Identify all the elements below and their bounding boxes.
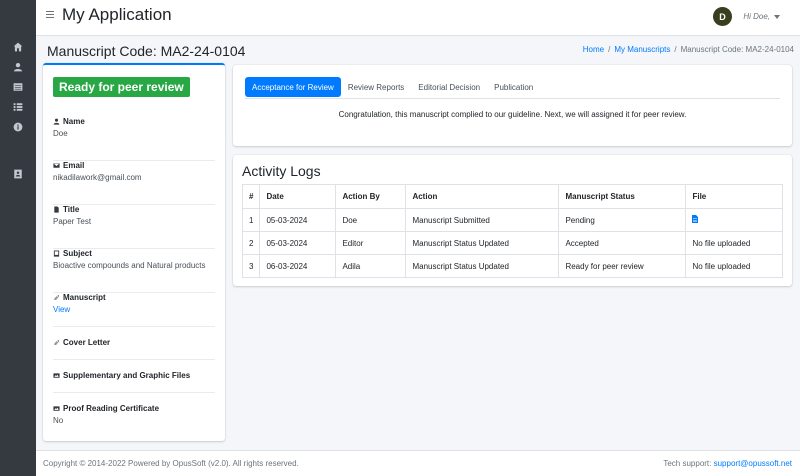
sidebar	[0, 0, 36, 476]
top-navbar: My Application D Hi Doe,	[36, 0, 800, 36]
tech-support-label: Tech support:	[663, 459, 712, 468]
email-label: Email	[63, 161, 85, 170]
user-icon	[53, 118, 60, 125]
activity-logs-card: Activity Logs # Date Action By Action Ma…	[233, 155, 792, 286]
hamburger-menu-icon[interactable]	[46, 11, 54, 19]
supplementary-label: Supplementary and Graphic Files	[63, 371, 191, 380]
info-icon[interactable]	[11, 120, 25, 134]
file-download-icon[interactable]	[692, 215, 699, 225]
table-row: 2 05-03-2024 Editor Manuscript Status Up…	[241, 231, 783, 255]
divider	[53, 359, 215, 360]
breadcrumb-separator: /	[674, 45, 677, 54]
tab-editorial-decision[interactable]: Editorial Decision	[411, 77, 487, 97]
tech-support: Tech support: support@opussoft.net	[663, 459, 792, 468]
divider	[53, 326, 215, 327]
cover-letter-item: Cover Letter	[53, 338, 215, 360]
tab-message: Congratulation, this manuscript complied…	[338, 110, 687, 119]
row-date: 05-03-2024	[259, 208, 337, 232]
breadcrumb-current: Manuscript Code: MA2-24-0104	[680, 45, 794, 54]
paperclip-icon	[54, 339, 59, 346]
copyright-text: Copyright © 2014-2022 Powered by OpusSof…	[43, 459, 299, 468]
subject-value: Bioactive compounds and Natural products	[53, 261, 206, 270]
book-icon	[53, 250, 60, 257]
row-date: 06-03-2024	[259, 254, 337, 278]
page-title: Manuscript Code: MA2-24-0104	[47, 43, 246, 59]
activity-logs-table: # Date Action By Action Manuscript Statu…	[241, 184, 783, 278]
row-status: Pending	[558, 208, 687, 232]
cover-letter-label: Cover Letter	[63, 338, 111, 347]
column-header: Action By	[335, 184, 407, 209]
tab-publication[interactable]: Publication	[487, 77, 540, 97]
row-action: Manuscript Status Updated	[405, 254, 560, 278]
app-title: My Application	[62, 5, 172, 24]
chevron-down-icon[interactable]	[774, 15, 780, 19]
table-header-row: # Date Action By Action Manuscript Statu…	[241, 184, 783, 209]
column-header: Date	[259, 184, 337, 209]
list-icon[interactable]	[11, 100, 25, 114]
proof-reading-label: Proof Reading Certificate	[63, 404, 160, 413]
email-item: Email nikadilawork@gmail.com	[53, 161, 215, 205]
row-file	[685, 208, 783, 232]
row-number: 2	[241, 231, 261, 255]
proof-reading-item: Proof Reading Certificate No	[53, 404, 215, 434]
table-row: 3 06-03-2024 Adila Manuscript Status Upd…	[241, 254, 783, 278]
row-action: Manuscript Submitted	[405, 208, 560, 232]
row-action-by: Editor	[335, 231, 407, 255]
avatar[interactable]: D	[713, 7, 732, 26]
row-status: Accepted	[558, 231, 687, 255]
column-header: File	[685, 184, 783, 209]
tab-list: Acceptance for Review Review Reports Edi…	[245, 77, 780, 99]
envelope-icon	[53, 163, 60, 168]
name-label: Name	[63, 117, 85, 126]
breadcrumb-home[interactable]: Home	[583, 45, 604, 54]
status-badge: Ready for peer review	[53, 77, 190, 97]
column-header: #	[241, 184, 261, 209]
review-tabs-card: Acceptance for Review Review Reports Edi…	[233, 65, 792, 146]
divider	[53, 392, 215, 393]
footer: Copyright © 2014-2022 Powered by OpusSof…	[36, 450, 800, 476]
breadcrumb-my-manuscripts[interactable]: My Manuscripts	[614, 45, 670, 54]
supplementary-item: Supplementary and Graphic Files	[53, 371, 215, 393]
subject-item: Subject Bioactive compounds and Natural …	[53, 249, 215, 293]
column-header: Manuscript Status	[558, 184, 687, 209]
subject-label: Subject	[63, 249, 92, 258]
title-item: Title Paper Test	[53, 205, 215, 249]
email-value: nikadilawork@gmail.com	[53, 173, 142, 182]
breadcrumb: Home / My Manuscripts / Manuscript Code:…	[583, 45, 794, 54]
row-action: Manuscript Status Updated	[405, 231, 560, 255]
column-header: Action	[405, 184, 560, 209]
row-date: 05-03-2024	[259, 231, 337, 255]
tab-acceptance-for-review[interactable]: Acceptance for Review	[245, 77, 341, 97]
file-icon	[54, 206, 59, 213]
list-alt-icon[interactable]	[11, 80, 25, 94]
user-icon[interactable]	[11, 60, 25, 74]
title-value: Paper Test	[53, 217, 92, 226]
row-action-by: Doe	[335, 208, 407, 232]
proof-reading-value: No	[53, 416, 64, 425]
image-icon	[53, 406, 60, 411]
row-file: No file uploaded	[685, 254, 783, 278]
user-greeting[interactable]: Hi Doe,	[743, 12, 770, 21]
tab-review-reports[interactable]: Review Reports	[341, 77, 411, 97]
row-status: Ready for peer review	[558, 254, 687, 278]
breadcrumb-separator: /	[608, 45, 611, 54]
name-value: Doe	[53, 129, 68, 138]
id-card-icon[interactable]	[11, 167, 25, 181]
name-item: Name Doe	[53, 117, 215, 161]
row-number: 3	[241, 254, 261, 278]
row-file: No file uploaded	[685, 231, 783, 255]
table-row: 1 05-03-2024 Doe Manuscript Submitted Pe…	[241, 208, 783, 232]
row-action-by: Adila	[335, 254, 407, 278]
manuscript-summary-card: Ready for peer review Name Doe Email nik…	[43, 63, 225, 441]
activity-logs-title: Activity Logs	[242, 163, 321, 179]
home-icon[interactable]	[11, 40, 25, 54]
image-icon	[53, 373, 60, 378]
title-label: Title	[63, 205, 80, 214]
support-email-link[interactable]: support@opussoft.net	[714, 459, 792, 468]
row-number: 1	[241, 208, 261, 232]
